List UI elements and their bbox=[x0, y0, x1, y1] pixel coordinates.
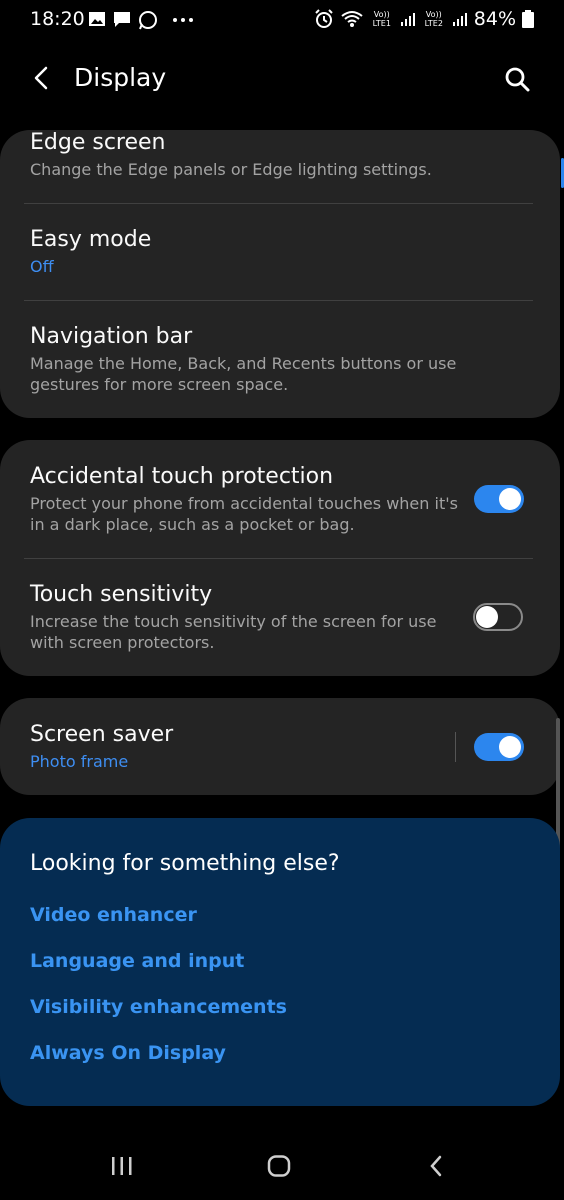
accidental-touch-title: Accidental touch protection bbox=[30, 464, 334, 489]
setting-touch-sensitivity[interactable]: Touch sensitivity Increase the touch sen… bbox=[30, 582, 450, 653]
settings-card-general: Edge screen Change the Edge panels or Ed… bbox=[0, 130, 560, 418]
navigation-bar-subtitle: Manage the Home, Back, and Recents butto… bbox=[30, 353, 530, 395]
divider bbox=[24, 558, 533, 559]
vertical-separator bbox=[455, 732, 456, 762]
screen-saver-toggle[interactable] bbox=[474, 733, 524, 761]
lte1-indicator: Vo)) LTE1 bbox=[372, 10, 391, 28]
whatsapp-notification-icon bbox=[139, 11, 157, 30]
easy-mode-status: Off bbox=[30, 257, 54, 276]
message-notification-icon bbox=[114, 12, 130, 27]
suggestions-card: Looking for something else? Video enhanc… bbox=[0, 818, 560, 1106]
wifi-icon bbox=[341, 11, 363, 27]
accidental-touch-toggle[interactable] bbox=[474, 485, 524, 513]
app-header: Display bbox=[0, 50, 564, 108]
edge-screen-title: Edge screen bbox=[30, 130, 166, 155]
edge-screen-subtitle: Change the Edge panels or Edge lighting … bbox=[30, 160, 432, 179]
touch-sensitivity-subtitle: Increase the touch sensitivity of the sc… bbox=[30, 611, 450, 653]
gallery-notification-icon bbox=[89, 12, 105, 26]
more-notifications-icon bbox=[173, 18, 193, 22]
link-language-and-input[interactable]: Language and input bbox=[30, 950, 244, 972]
screen-saver-title: Screen saver bbox=[30, 722, 174, 747]
toggle-knob bbox=[476, 606, 498, 628]
accidental-touch-subtitle: Protect your phone from accidental touch… bbox=[30, 493, 458, 535]
system-navigation-bar bbox=[0, 1130, 564, 1200]
alarm-icon bbox=[315, 9, 333, 28]
back-nav-icon[interactable] bbox=[428, 1155, 444, 1177]
touch-sensitivity-toggle[interactable] bbox=[473, 603, 523, 631]
touch-sensitivity-subtitle-line2: with screen protectors. bbox=[30, 633, 215, 652]
toggle-knob bbox=[499, 488, 521, 510]
home-icon[interactable] bbox=[267, 1155, 291, 1177]
setting-accidental-touch[interactable]: Accidental touch protection Protect your… bbox=[30, 464, 458, 535]
navigation-bar-subtitle-line2: gestures for more screen space. bbox=[30, 375, 289, 394]
navigation-bar-title: Navigation bar bbox=[30, 324, 193, 349]
link-video-enhancer[interactable]: Video enhancer bbox=[30, 904, 197, 926]
settings-card-touch: Accidental touch protection Protect your… bbox=[0, 440, 560, 676]
battery-percent: 84% bbox=[473, 8, 516, 30]
signal1-icon bbox=[400, 13, 415, 26]
page-title: Display bbox=[74, 63, 167, 92]
recents-icon[interactable] bbox=[110, 1156, 134, 1176]
setting-easy-mode[interactable]: Easy mode Off bbox=[30, 227, 530, 277]
link-always-on-display[interactable]: Always On Display bbox=[30, 1042, 226, 1064]
setting-screen-saver[interactable]: Screen saver Photo frame bbox=[30, 722, 440, 772]
screen-saver-status: Photo frame bbox=[30, 752, 129, 771]
easy-mode-title: Easy mode bbox=[30, 227, 152, 252]
navigation-bar-subtitle-line1: Manage the Home, Back, and Recents butto… bbox=[30, 354, 457, 373]
back-arrow-icon[interactable] bbox=[30, 64, 54, 92]
status-time: 18:20 bbox=[30, 8, 85, 30]
signal2-icon bbox=[452, 13, 467, 26]
suggestions-title: Looking for something else? bbox=[30, 851, 340, 876]
accidental-touch-subtitle-line1: Protect your phone from accidental touch… bbox=[30, 494, 458, 513]
battery-icon bbox=[522, 10, 534, 28]
toggle-knob bbox=[499, 736, 521, 758]
accidental-touch-subtitle-line2: in a dark place, such as a pocket or bag… bbox=[30, 515, 355, 534]
touch-sensitivity-subtitle-line1: Increase the touch sensitivity of the sc… bbox=[30, 612, 437, 631]
touch-sensitivity-title: Touch sensitivity bbox=[30, 582, 213, 607]
status-right: Vo)) LTE1 Vo)) LTE2 84% bbox=[314, 8, 534, 30]
lte2-indicator: Vo)) LTE2 bbox=[424, 10, 443, 28]
divider bbox=[24, 203, 533, 204]
setting-navigation-bar[interactable]: Navigation bar Manage the Home, Back, an… bbox=[30, 324, 530, 395]
settings-card-screen-saver: Screen saver Photo frame bbox=[0, 698, 560, 795]
search-icon[interactable] bbox=[502, 64, 532, 94]
divider bbox=[24, 300, 533, 301]
setting-edge-screen[interactable]: Edge screen Change the Edge panels or Ed… bbox=[30, 130, 530, 180]
link-visibility-enhancements[interactable]: Visibility enhancements bbox=[30, 996, 287, 1018]
status-bar: 18:20 Vo)) LTE1 Vo)) LTE2 84% bbox=[0, 0, 564, 42]
